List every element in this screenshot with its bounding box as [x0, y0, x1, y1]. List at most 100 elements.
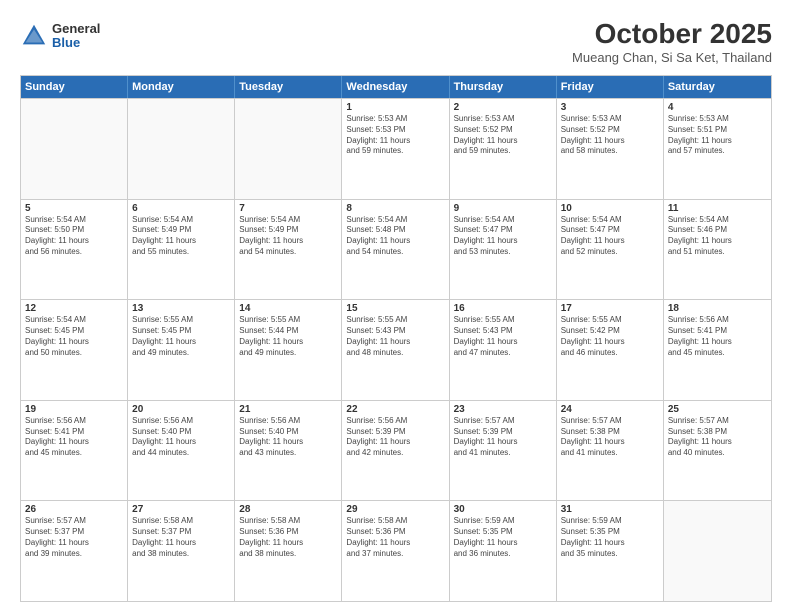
day-number: 29	[346, 504, 444, 515]
day-number: 16	[454, 303, 552, 314]
day-info: Sunrise: 5:59 AM Sunset: 5:35 PM Dayligh…	[454, 516, 552, 559]
day-cell: 19Sunrise: 5:56 AM Sunset: 5:41 PM Dayli…	[21, 401, 128, 501]
day-header-wednesday: Wednesday	[342, 76, 449, 98]
logo: General Blue	[20, 22, 100, 51]
day-cell	[235, 99, 342, 199]
day-info: Sunrise: 5:54 AM Sunset: 5:46 PM Dayligh…	[668, 215, 767, 258]
day-info: Sunrise: 5:56 AM Sunset: 5:41 PM Dayligh…	[25, 416, 123, 459]
day-number: 5	[25, 203, 123, 214]
day-header-monday: Monday	[128, 76, 235, 98]
calendar: SundayMondayTuesdayWednesdayThursdayFrid…	[20, 75, 772, 602]
day-cell: 8Sunrise: 5:54 AM Sunset: 5:48 PM Daylig…	[342, 200, 449, 300]
day-info: Sunrise: 5:54 AM Sunset: 5:45 PM Dayligh…	[25, 315, 123, 358]
week-row-3: 19Sunrise: 5:56 AM Sunset: 5:41 PM Dayli…	[21, 400, 771, 501]
day-cell: 4Sunrise: 5:53 AM Sunset: 5:51 PM Daylig…	[664, 99, 771, 199]
day-header-sunday: Sunday	[21, 76, 128, 98]
day-cell	[21, 99, 128, 199]
day-cell: 17Sunrise: 5:55 AM Sunset: 5:42 PM Dayli…	[557, 300, 664, 400]
day-info: Sunrise: 5:54 AM Sunset: 5:49 PM Dayligh…	[132, 215, 230, 258]
day-cell: 30Sunrise: 5:59 AM Sunset: 5:35 PM Dayli…	[450, 501, 557, 601]
day-headers: SundayMondayTuesdayWednesdayThursdayFrid…	[21, 76, 771, 98]
day-number: 17	[561, 303, 659, 314]
day-number: 26	[25, 504, 123, 515]
day-info: Sunrise: 5:57 AM Sunset: 5:38 PM Dayligh…	[668, 416, 767, 459]
day-number: 7	[239, 203, 337, 214]
day-info: Sunrise: 5:54 AM Sunset: 5:47 PM Dayligh…	[561, 215, 659, 258]
page-header: General Blue October 2025 Mueang Chan, S…	[20, 18, 772, 65]
day-number: 9	[454, 203, 552, 214]
day-cell: 29Sunrise: 5:58 AM Sunset: 5:36 PM Dayli…	[342, 501, 449, 601]
week-row-0: 1Sunrise: 5:53 AM Sunset: 5:53 PM Daylig…	[21, 98, 771, 199]
day-cell: 25Sunrise: 5:57 AM Sunset: 5:38 PM Dayli…	[664, 401, 771, 501]
main-title: October 2025	[572, 18, 772, 50]
day-cell: 27Sunrise: 5:58 AM Sunset: 5:37 PM Dayli…	[128, 501, 235, 601]
day-number: 2	[454, 102, 552, 113]
title-area: October 2025 Mueang Chan, Si Sa Ket, Tha…	[572, 18, 772, 65]
day-cell: 23Sunrise: 5:57 AM Sunset: 5:39 PM Dayli…	[450, 401, 557, 501]
day-number: 14	[239, 303, 337, 314]
day-number: 18	[668, 303, 767, 314]
week-row-1: 5Sunrise: 5:54 AM Sunset: 5:50 PM Daylig…	[21, 199, 771, 300]
day-cell: 15Sunrise: 5:55 AM Sunset: 5:43 PM Dayli…	[342, 300, 449, 400]
day-cell: 14Sunrise: 5:55 AM Sunset: 5:44 PM Dayli…	[235, 300, 342, 400]
day-number: 24	[561, 404, 659, 415]
day-number: 10	[561, 203, 659, 214]
weeks: 1Sunrise: 5:53 AM Sunset: 5:53 PM Daylig…	[21, 98, 771, 601]
day-cell	[664, 501, 771, 601]
day-info: Sunrise: 5:54 AM Sunset: 5:47 PM Dayligh…	[454, 215, 552, 258]
day-info: Sunrise: 5:57 AM Sunset: 5:37 PM Dayligh…	[25, 516, 123, 559]
day-info: Sunrise: 5:53 AM Sunset: 5:51 PM Dayligh…	[668, 114, 767, 157]
day-info: Sunrise: 5:55 AM Sunset: 5:44 PM Dayligh…	[239, 315, 337, 358]
day-cell: 18Sunrise: 5:56 AM Sunset: 5:41 PM Dayli…	[664, 300, 771, 400]
day-number: 28	[239, 504, 337, 515]
day-number: 12	[25, 303, 123, 314]
week-row-2: 12Sunrise: 5:54 AM Sunset: 5:45 PM Dayli…	[21, 299, 771, 400]
day-number: 27	[132, 504, 230, 515]
week-row-4: 26Sunrise: 5:57 AM Sunset: 5:37 PM Dayli…	[21, 500, 771, 601]
logo-text: General Blue	[52, 22, 100, 51]
day-cell: 7Sunrise: 5:54 AM Sunset: 5:49 PM Daylig…	[235, 200, 342, 300]
logo-general: General	[52, 22, 100, 36]
day-header-tuesday: Tuesday	[235, 76, 342, 98]
day-info: Sunrise: 5:56 AM Sunset: 5:41 PM Dayligh…	[668, 315, 767, 358]
day-cell: 16Sunrise: 5:55 AM Sunset: 5:43 PM Dayli…	[450, 300, 557, 400]
day-info: Sunrise: 5:53 AM Sunset: 5:52 PM Dayligh…	[454, 114, 552, 157]
day-info: Sunrise: 5:55 AM Sunset: 5:45 PM Dayligh…	[132, 315, 230, 358]
day-header-friday: Friday	[557, 76, 664, 98]
day-cell: 31Sunrise: 5:59 AM Sunset: 5:35 PM Dayli…	[557, 501, 664, 601]
day-cell: 26Sunrise: 5:57 AM Sunset: 5:37 PM Dayli…	[21, 501, 128, 601]
day-info: Sunrise: 5:54 AM Sunset: 5:48 PM Dayligh…	[346, 215, 444, 258]
day-info: Sunrise: 5:53 AM Sunset: 5:53 PM Dayligh…	[346, 114, 444, 157]
day-number: 25	[668, 404, 767, 415]
day-info: Sunrise: 5:54 AM Sunset: 5:50 PM Dayligh…	[25, 215, 123, 258]
day-info: Sunrise: 5:56 AM Sunset: 5:39 PM Dayligh…	[346, 416, 444, 459]
day-cell: 28Sunrise: 5:58 AM Sunset: 5:36 PM Dayli…	[235, 501, 342, 601]
day-number: 8	[346, 203, 444, 214]
day-header-thursday: Thursday	[450, 76, 557, 98]
day-number: 1	[346, 102, 444, 113]
day-cell: 10Sunrise: 5:54 AM Sunset: 5:47 PM Dayli…	[557, 200, 664, 300]
day-info: Sunrise: 5:56 AM Sunset: 5:40 PM Dayligh…	[239, 416, 337, 459]
day-cell: 24Sunrise: 5:57 AM Sunset: 5:38 PM Dayli…	[557, 401, 664, 501]
day-info: Sunrise: 5:57 AM Sunset: 5:38 PM Dayligh…	[561, 416, 659, 459]
day-number: 21	[239, 404, 337, 415]
day-cell: 3Sunrise: 5:53 AM Sunset: 5:52 PM Daylig…	[557, 99, 664, 199]
day-number: 19	[25, 404, 123, 415]
day-number: 11	[668, 203, 767, 214]
day-cell: 12Sunrise: 5:54 AM Sunset: 5:45 PM Dayli…	[21, 300, 128, 400]
day-info: Sunrise: 5:55 AM Sunset: 5:43 PM Dayligh…	[454, 315, 552, 358]
day-info: Sunrise: 5:59 AM Sunset: 5:35 PM Dayligh…	[561, 516, 659, 559]
day-cell: 22Sunrise: 5:56 AM Sunset: 5:39 PM Dayli…	[342, 401, 449, 501]
day-info: Sunrise: 5:58 AM Sunset: 5:36 PM Dayligh…	[239, 516, 337, 559]
day-cell: 11Sunrise: 5:54 AM Sunset: 5:46 PM Dayli…	[664, 200, 771, 300]
day-number: 4	[668, 102, 767, 113]
day-cell: 1Sunrise: 5:53 AM Sunset: 5:53 PM Daylig…	[342, 99, 449, 199]
day-info: Sunrise: 5:56 AM Sunset: 5:40 PM Dayligh…	[132, 416, 230, 459]
day-number: 6	[132, 203, 230, 214]
day-info: Sunrise: 5:58 AM Sunset: 5:37 PM Dayligh…	[132, 516, 230, 559]
day-number: 13	[132, 303, 230, 314]
logo-blue: Blue	[52, 36, 100, 50]
day-header-saturday: Saturday	[664, 76, 771, 98]
day-info: Sunrise: 5:54 AM Sunset: 5:49 PM Dayligh…	[239, 215, 337, 258]
day-number: 22	[346, 404, 444, 415]
